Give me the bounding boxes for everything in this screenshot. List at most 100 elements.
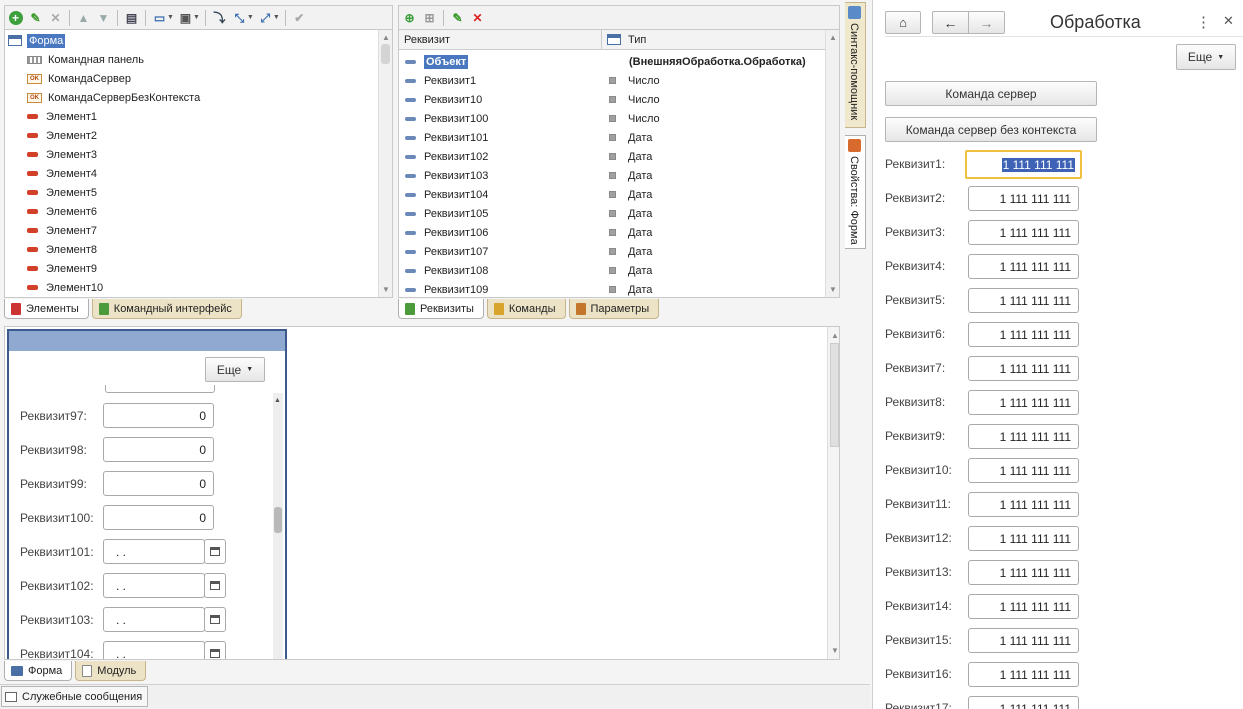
forward-button[interactable]: → bbox=[968, 11, 1005, 34]
preview-number-field[interactable]: 0 bbox=[103, 471, 214, 496]
panel2-icon[interactable]: ▣ bbox=[177, 9, 194, 26]
scroll-thumb[interactable] bbox=[830, 343, 839, 447]
close-icon[interactable]: ✕ bbox=[1223, 13, 1234, 29]
tree-item[interactable]: Элемент2 bbox=[27, 126, 97, 145]
side-tab-syntax[interactable]: Синтакс-помощник bbox=[845, 2, 866, 128]
tree-item[interactable]: Элемент9 bbox=[27, 259, 97, 278]
tree-item[interactable]: Элемент8 bbox=[27, 240, 97, 259]
check-icon[interactable]: ✔ bbox=[291, 9, 308, 26]
tree-item[interactable]: Элемент3 bbox=[27, 145, 97, 164]
requisite-row[interactable]: Реквизит107 Дата bbox=[405, 242, 825, 261]
requisite-row[interactable]: Реквизит108 Дата bbox=[405, 261, 825, 280]
requisites-scrollbar[interactable]: ▲ ▼ bbox=[825, 30, 839, 297]
expand-icon[interactable]: ⤢ bbox=[257, 9, 274, 26]
form-number-field[interactable]: 1 111 111 111 bbox=[968, 186, 1079, 211]
requisite-row[interactable]: Реквизит105 Дата bbox=[405, 204, 825, 223]
scroll-up-icon[interactable]: ▲ bbox=[382, 33, 390, 42]
tree-item[interactable]: Элемент6 bbox=[27, 202, 97, 221]
tab-elements[interactable]: Элементы bbox=[4, 299, 89, 319]
form-number-field[interactable]: 1 111 111 111 bbox=[968, 424, 1079, 449]
requisite-row[interactable]: Реквизит109 Дата bbox=[405, 280, 825, 297]
form-number-field[interactable]: 1 111 111 111 bbox=[968, 492, 1079, 517]
form-number-field[interactable]: 1 111 111 111 bbox=[968, 696, 1079, 709]
side-tab-properties[interactable]: Свойства: Форма bbox=[845, 135, 866, 249]
add-requisite-icon[interactable]: ⊕ bbox=[401, 9, 418, 26]
scroll-thumb[interactable] bbox=[381, 44, 390, 64]
requisite-row[interactable]: Реквизит10 Число bbox=[405, 90, 825, 109]
calendar-button[interactable] bbox=[204, 573, 226, 598]
scroll-down-icon[interactable]: ▼ bbox=[829, 285, 837, 294]
scroll-down-icon[interactable]: ▼ bbox=[831, 646, 839, 655]
tree-item[interactable]: OK КомандаСерверБезКонтекста bbox=[27, 88, 200, 107]
panel-icon[interactable]: ▭ bbox=[151, 9, 168, 26]
form-number-field[interactable]: 1 111 111 111 bbox=[968, 220, 1079, 245]
requisite-row[interactable]: Реквизит1 Число bbox=[405, 71, 825, 90]
command-server-button[interactable]: Команда сервер bbox=[885, 81, 1097, 106]
chevron-down-icon[interactable]: ▼ bbox=[193, 14, 200, 21]
tab-commands[interactable]: Команды bbox=[486, 299, 566, 319]
form-number-field[interactable]: 1 111 111 111 bbox=[968, 560, 1079, 585]
scroll-up-icon[interactable]: ▲ bbox=[274, 397, 281, 404]
calendar-button[interactable] bbox=[204, 539, 226, 564]
form-number-field[interactable]: 1 111 111 111 bbox=[968, 356, 1079, 381]
command-server-no-context-button[interactable]: Команда сервер без контекста bbox=[885, 117, 1097, 142]
preview-date-field[interactable]: . . bbox=[103, 573, 205, 598]
delete-icon[interactable]: ✕ bbox=[469, 9, 486, 26]
add-icon[interactable]: + bbox=[7, 9, 24, 26]
tab-module[interactable]: Модуль bbox=[75, 661, 147, 681]
zoom-icon[interactable]: ⤡ bbox=[231, 9, 248, 26]
preview-more-button[interactable]: Еще ▼ bbox=[205, 357, 265, 382]
move-up-icon[interactable]: ▲ bbox=[75, 9, 92, 26]
scroll-thumb[interactable] bbox=[274, 507, 282, 533]
preview-date-field[interactable]: . . bbox=[103, 607, 205, 632]
back-button[interactable]: ← bbox=[932, 11, 968, 34]
form-number-field[interactable]: 1 111 111 111 bbox=[968, 458, 1079, 483]
chevron-down-icon[interactable]: ▼ bbox=[247, 14, 254, 21]
tree-item[interactable]: Элемент7 bbox=[27, 221, 97, 240]
chevron-down-icon[interactable]: ▼ bbox=[167, 14, 174, 21]
form-list-icon[interactable]: ▤ bbox=[123, 9, 140, 26]
preview-scrollbar[interactable]: ▲ bbox=[273, 393, 283, 659]
requisite-row[interactable]: Реквизит100 Число bbox=[405, 109, 825, 128]
form-number-field[interactable]: 1 111 111 111 bbox=[968, 288, 1079, 313]
form-number-field[interactable]: 1 111 111 111 bbox=[968, 322, 1079, 347]
tree-root[interactable]: Форма bbox=[8, 31, 66, 50]
refresh-link-icon[interactable]: ⤵ bbox=[211, 9, 228, 26]
tree-item[interactable]: Командная панель bbox=[27, 50, 144, 69]
kebab-menu-icon[interactable]: ⋮ bbox=[1196, 13, 1211, 31]
requisite-row[interactable]: Реквизит102 Дата bbox=[405, 147, 825, 166]
editor-vscrollbar[interactable]: ▲ ▼ bbox=[827, 327, 839, 659]
scroll-up-icon[interactable]: ▲ bbox=[829, 33, 837, 42]
preview-date-field[interactable]: . . bbox=[103, 641, 205, 659]
tree-item[interactable]: OK КомандаСервер bbox=[27, 69, 131, 88]
edit-icon[interactable]: ✎ bbox=[27, 9, 44, 26]
tree-item[interactable]: Элемент1 bbox=[27, 107, 97, 126]
form-more-button[interactable]: Еще ▼ bbox=[1176, 44, 1236, 70]
form-number-field[interactable]: 1 111 111 111 bbox=[968, 662, 1079, 687]
add-table-icon[interactable]: ⊞ bbox=[421, 9, 438, 26]
tab-parameters[interactable]: Параметры bbox=[568, 299, 660, 319]
requisite-row[interactable]: Реквизит103 Дата bbox=[405, 166, 825, 185]
edit-icon[interactable]: ✎ bbox=[449, 9, 466, 26]
tab-command-interface[interactable]: Командный интерфейс bbox=[91, 299, 242, 319]
requisite-row[interactable]: Реквизит106 Дата bbox=[405, 223, 825, 242]
preview-date-field[interactable]: . . bbox=[103, 539, 205, 564]
form-number-field[interactable]: 1 111 111 111 bbox=[968, 390, 1079, 415]
service-messages-button[interactable]: Служебные сообщения bbox=[1, 686, 149, 707]
home-button[interactable]: ⌂ bbox=[885, 11, 921, 34]
tree-item[interactable]: Элемент4 bbox=[27, 164, 97, 183]
form-number-field[interactable]: 1 111 111 111 bbox=[968, 254, 1079, 279]
preview-number-field[interactable]: 0 bbox=[103, 437, 214, 462]
requisite-root-row[interactable]: Объект (ВнешняяОбработка.Обработка) bbox=[405, 52, 825, 71]
col-name-header[interactable]: Реквизит bbox=[404, 34, 450, 46]
calendar-button[interactable] bbox=[204, 641, 226, 659]
tab-requisites[interactable]: Реквизиты bbox=[398, 299, 484, 319]
chevron-down-icon[interactable]: ▼ bbox=[273, 14, 280, 21]
tree-item[interactable]: Элемент5 bbox=[27, 183, 97, 202]
col-type-header[interactable]: Тип bbox=[628, 34, 646, 46]
form-number-field[interactable]: 1 111 111 111 bbox=[968, 628, 1079, 653]
tree-item[interactable]: Элемент10 bbox=[27, 278, 103, 297]
move-down-icon[interactable]: ▼ bbox=[95, 9, 112, 26]
scroll-down-icon[interactable]: ▼ bbox=[382, 285, 390, 294]
preview-number-field[interactable]: 0 bbox=[103, 505, 214, 530]
